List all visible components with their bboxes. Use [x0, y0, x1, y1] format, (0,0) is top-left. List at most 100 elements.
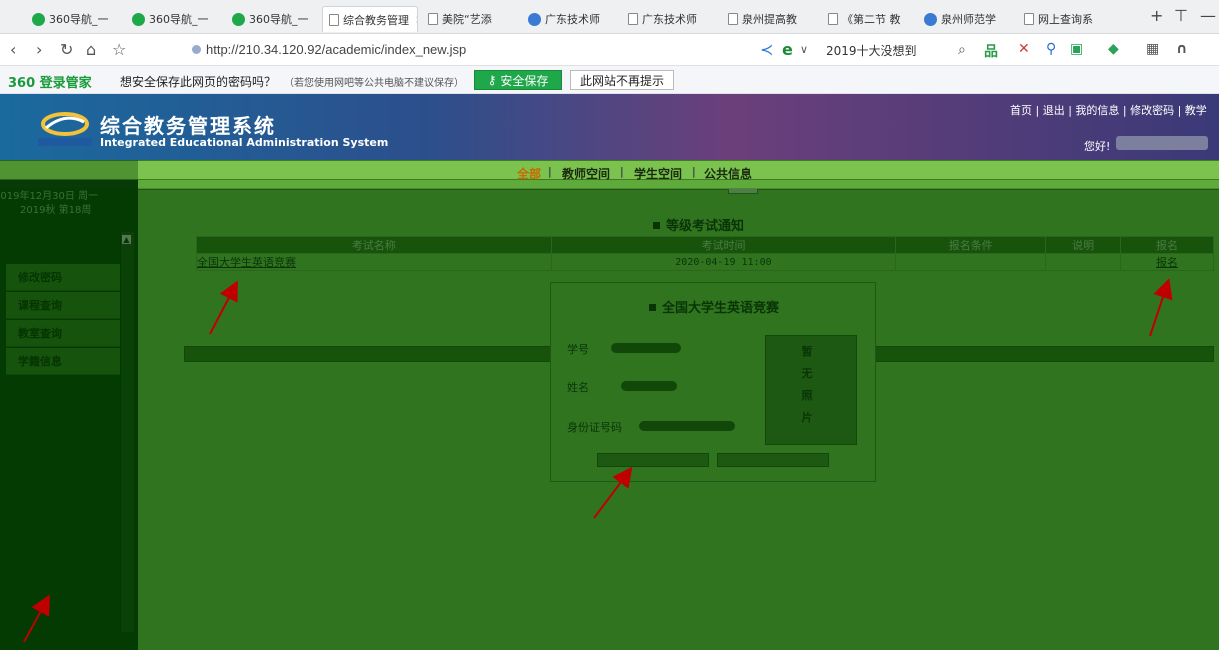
page-icon [728, 13, 738, 25]
browser-tab[interactable]: 360导航_一 [126, 6, 222, 32]
apps-icon[interactable]: ▦ [1146, 41, 1159, 57]
home-icon[interactable]: ⌂ [86, 40, 96, 59]
search-tool-icon[interactable]: ⚲ [1046, 41, 1056, 57]
register-link[interactable]: 报名 [1120, 253, 1214, 271]
school-icon [924, 12, 937, 26]
cancel-button[interactable] [717, 453, 829, 467]
browser-tab[interactable]: 美院“艺添 [422, 6, 518, 32]
exam-name-link[interactable]: 全国大学生英语竞赛 [196, 253, 552, 271]
exam-note [1045, 253, 1122, 271]
security-icon [192, 45, 201, 54]
notice-title: 等级考试通知 [653, 215, 744, 234]
new-tab-icon[interactable]: + [1150, 6, 1163, 25]
forward-icon[interactable]: › [36, 40, 42, 59]
exam-name[interactable]: 全国大学生英语竞赛 [197, 256, 296, 269]
sidebar-item-classroom-query[interactable]: 教室查询 [6, 320, 120, 347]
key-icon: ⚷ [487, 73, 497, 87]
360-icon [132, 12, 145, 26]
id-card-redacted [639, 421, 735, 431]
star-icon[interactable]: ☆ [112, 40, 126, 59]
account-icon[interactable]: ∩ [1176, 41, 1187, 57]
sidebar-item-student-status[interactable]: 学籍信息 [6, 348, 120, 375]
never-prompt-button[interactable]: 此网站不再提示 [570, 70, 674, 90]
tab-label: 广东技术师 [642, 13, 697, 26]
sidebar-date: 2019年12月30日 周一 2019秋 第18周 [0, 190, 138, 218]
refresh-icon[interactable]: ↻ [60, 40, 73, 59]
photo-placeholder-text: 暂无照片 [801, 345, 813, 424]
password-save-bar: 360 登录管家 想安全保存此网页的密码吗？ （若您使用网吧等公共电脑不建议保存… [0, 66, 1219, 94]
tab-label: 360导航_一 [149, 13, 209, 26]
sidebar-scrollbar[interactable] [120, 232, 134, 632]
column-header: 考试名称 [196, 236, 552, 254]
site-subtitle: Integrated Educational Administration Sy… [100, 136, 389, 149]
id-card-label: 身份证号码 [567, 421, 622, 434]
browser-tab[interactable]: 泉州师范学 [918, 6, 1014, 32]
search-icon[interactable]: ⌕ [958, 42, 966, 58]
browser-tab[interactable]: 泉州提高教 [722, 6, 818, 32]
share-icon[interactable]: ≺ [760, 40, 773, 59]
top-links[interactable]: 首页 | 退出 | 我的信息 | 修改密码 | 教学 [1010, 102, 1207, 118]
shirt-icon[interactable]: ⊤ [1174, 6, 1188, 25]
tab-label: 综合教务管理 [343, 13, 409, 27]
exam-table: 考试名称 考试时间 报名条件 说明 报名 全国大学生英语竞赛 2020-04-1… [196, 236, 1214, 271]
login-manager-brand: 360 登录管家 [8, 76, 92, 91]
dialog-title: 全国大学生英语竞赛 [551, 297, 877, 316]
sub-navigation: 全部 | 教师空间 | 学生空间 | 公共信息 [0, 160, 1219, 182]
tab-label: 泉州提高教 [742, 13, 797, 26]
app-area: 全部 | 教师空间 | 学生空间 | 公共信息 2019年12月30日 周一 2… [0, 160, 1219, 650]
username-redacted [1116, 136, 1208, 150]
register-link-text[interactable]: 报名 [1156, 256, 1178, 269]
browser-tab[interactable]: 360导航_一 [226, 6, 322, 32]
360-icon [32, 12, 45, 26]
close-tab-icon[interactable]: × [415, 13, 417, 26]
page-icon [628, 13, 638, 25]
current-date: 2019年12月30日 周一 [0, 191, 99, 202]
subnav-teacher-space[interactable]: 教师空间 [562, 165, 610, 182]
scroll-up-icon[interactable]: ▲ [121, 234, 132, 245]
confirm-register-button[interactable] [597, 453, 709, 467]
collapse-handle[interactable] [728, 188, 758, 194]
table-row: 全国大学生英语竞赛 2020-04-19 11:00 报名 [196, 253, 1214, 271]
student-id-label: 学号 [567, 343, 589, 356]
subnav-separator: | [692, 165, 696, 178]
translate-icon[interactable]: 品 [984, 41, 998, 61]
tab-label: 360导航_一 [49, 13, 109, 26]
tab-label: 《第二节 教 [842, 13, 901, 26]
browser-tab[interactable]: 《第二节 教 [822, 6, 918, 32]
ie-mode-icon[interactable]: e [782, 40, 793, 59]
subnav-public-info[interactable]: 公共信息 [704, 165, 752, 182]
page-icon [828, 13, 838, 25]
hot-search-text[interactable]: 2019十大没想到 [826, 42, 917, 59]
minimize-icon[interactable]: — [1200, 6, 1216, 25]
save-password-label: 安全保存 [500, 73, 549, 88]
current-week: 2019秋 第18周 [20, 205, 92, 216]
url-field[interactable]: http://210.34.120.92/academic/index_new.… [206, 42, 466, 57]
tab-label: 广东技术师 [545, 13, 600, 26]
greeting: 您好! [1084, 140, 1111, 153]
browser-tab[interactable]: 360导航_一 [26, 6, 122, 32]
password-prompt: 想安全保存此网页的密码吗？ [120, 75, 277, 89]
sidebar-item-change-password[interactable]: 修改密码 [6, 264, 120, 291]
browser-tab[interactable]: 网上查询系 [1018, 6, 1128, 32]
subnav-student-space[interactable]: 学生空间 [634, 165, 682, 182]
password-note: （若您使用网吧等公共电脑不建议保存） [284, 78, 464, 89]
shield-icon[interactable]: ◆ [1108, 41, 1119, 57]
chevron-down-icon[interactable]: ∨ [800, 43, 808, 56]
browser-tab[interactable]: 广东技术师 [622, 6, 718, 32]
save-password-button[interactable]: ⚷ 安全保存 [474, 70, 562, 90]
tab-label: 美院“艺添 [442, 13, 492, 26]
sidebar: 2019年12月30日 周一 2019秋 第18周 修改密码 课程查询 教室查询… [0, 180, 138, 650]
screenshot-icon[interactable]: ▣ [1070, 41, 1083, 57]
back-icon[interactable]: ‹ [10, 40, 16, 59]
browser-tab[interactable]: 广东技术师 [522, 6, 618, 32]
subnav-all[interactable]: 全部 [517, 165, 541, 182]
site-title: 综合教务管理系统 [100, 114, 276, 138]
column-header: 报名条件 [895, 236, 1047, 254]
browser-tab[interactable]: 综合教务管理 × [322, 6, 418, 32]
page-icon [1024, 13, 1034, 25]
scissors-icon[interactable]: ✕ [1018, 41, 1030, 57]
sidebar-item-course-query[interactable]: 课程查询 [6, 292, 120, 319]
bullet-icon [648, 304, 656, 311]
bullet-icon [653, 222, 660, 229]
column-header: 考试时间 [550, 236, 897, 254]
